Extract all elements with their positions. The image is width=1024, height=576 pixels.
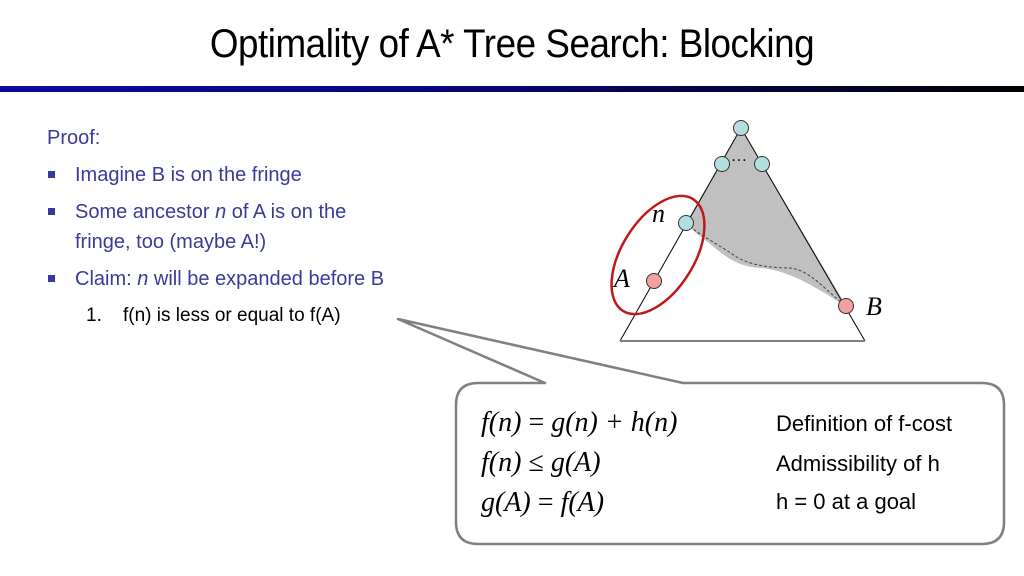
equation-op: = — [537, 487, 554, 518]
equation-reason: Definition of f-cost — [776, 411, 953, 436]
equation-row: f(n) ≤ g(A) — [481, 447, 601, 479]
equation-rhs: f(A) — [560, 487, 605, 518]
node-B-label: B — [866, 292, 882, 321]
equation-lhs: f(n) — [481, 447, 522, 478]
node-A — [646, 273, 662, 289]
root-node — [733, 120, 749, 136]
equation-reason: Admissibility of h — [776, 451, 940, 476]
node-n-label: n — [652, 199, 665, 228]
node-B — [838, 298, 854, 314]
equation-rhs: g(A) — [550, 447, 601, 478]
child-node-right — [754, 156, 770, 172]
equation-op: = — [528, 407, 545, 438]
equation-lhs: f(n) — [481, 407, 522, 438]
expanded-region — [686, 128, 847, 307]
node-n — [678, 215, 694, 231]
child-node-left — [714, 156, 730, 172]
equation-lhs: g(A) — [481, 487, 531, 518]
equation-rhs: g(n) + h(n) — [551, 407, 678, 438]
equation-op: ≤ — [528, 447, 544, 478]
node-A-label: A — [614, 264, 630, 293]
dots-label: … — [731, 148, 747, 165]
equation-reason: h = 0 at a goal — [776, 489, 917, 514]
equation-row: g(A) = f(A) — [481, 487, 604, 519]
equation-row: f(n) = g(n) + h(n) — [481, 407, 677, 439]
